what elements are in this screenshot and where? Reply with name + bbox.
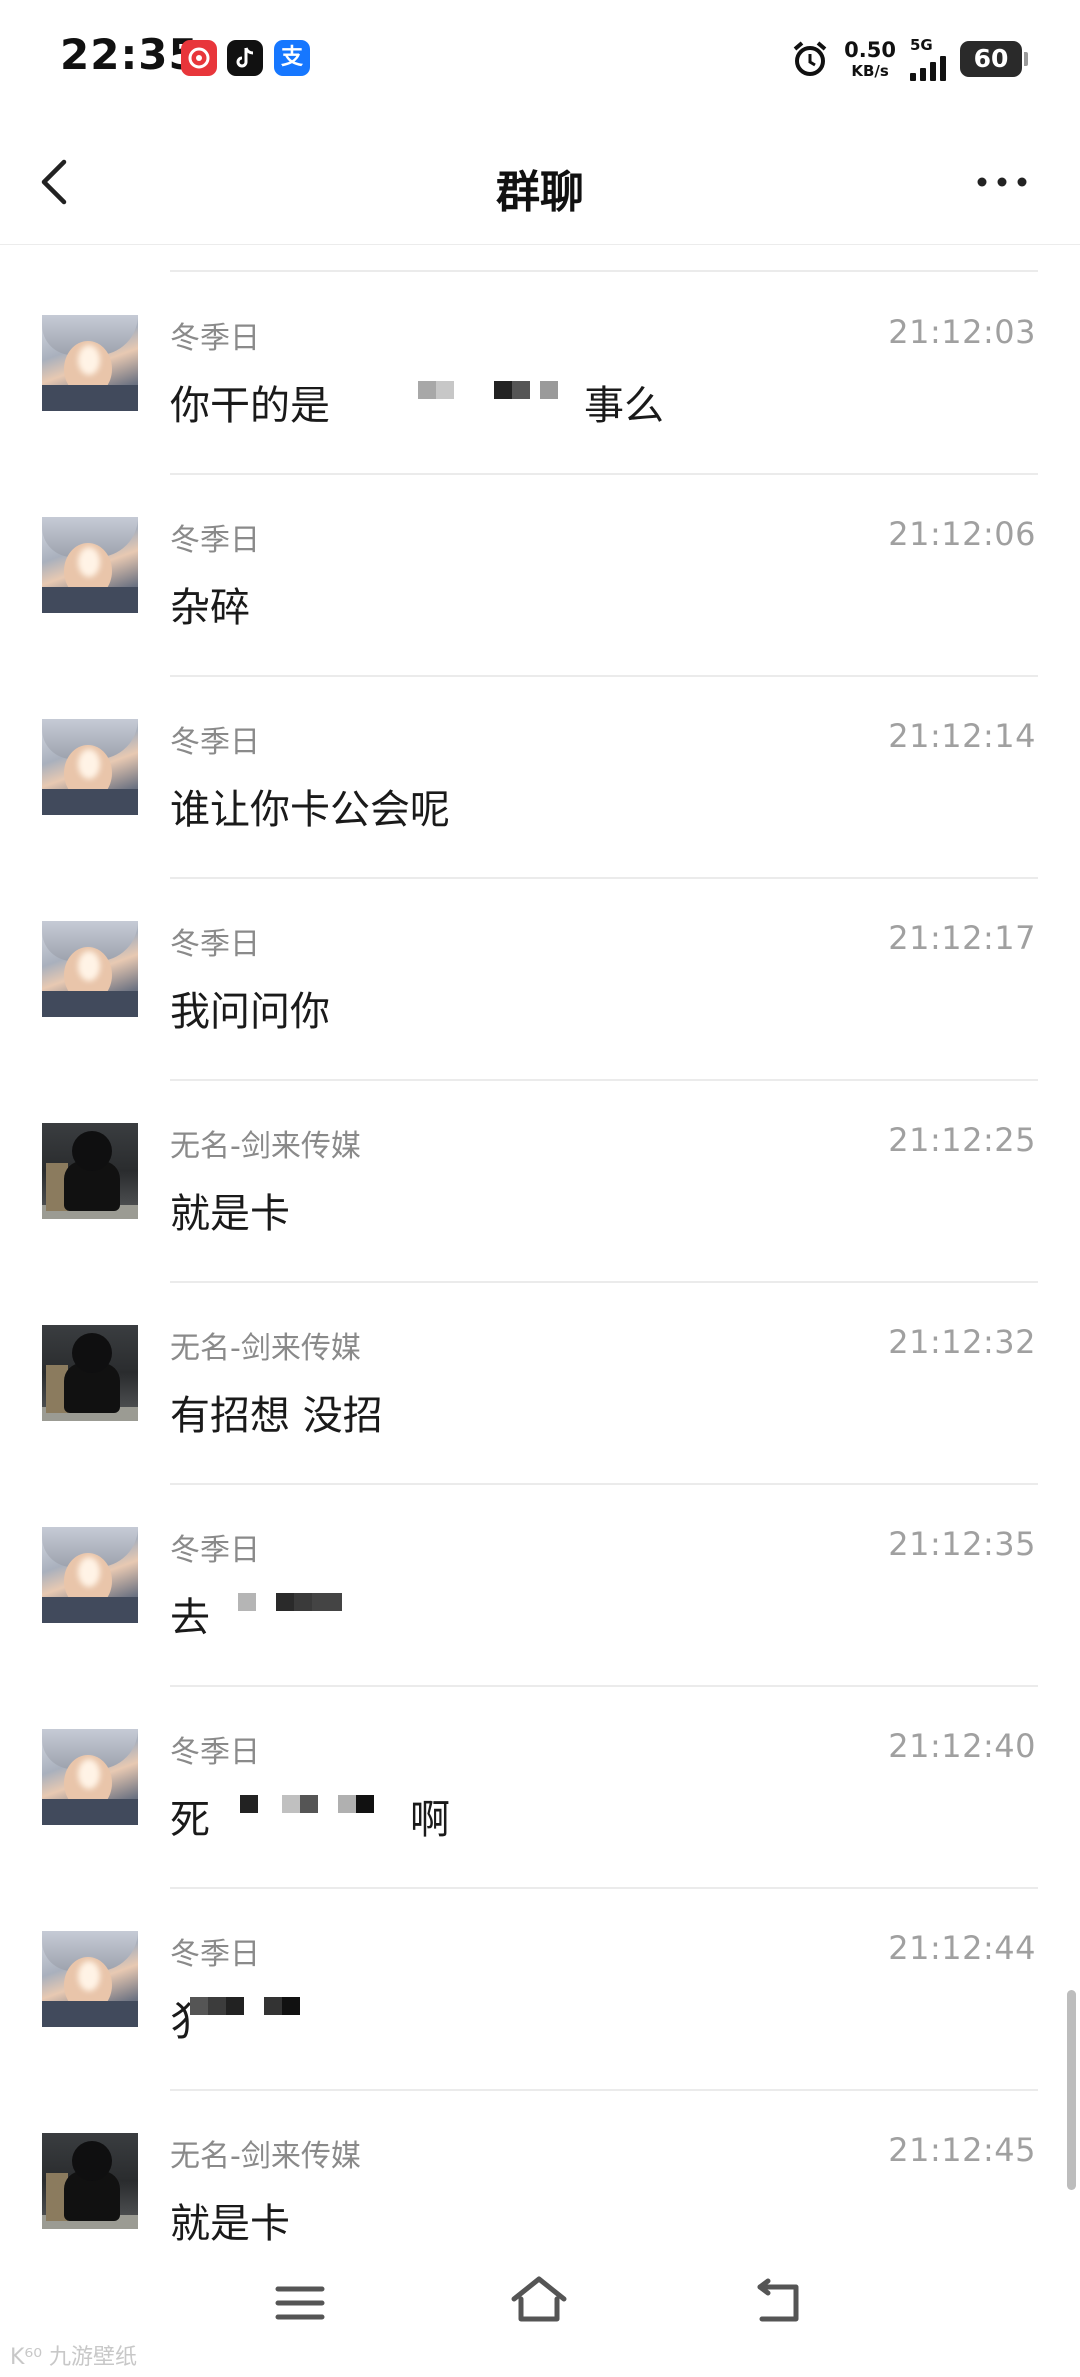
message-time: 21:12:45 [888,2131,1036,2169]
message-time: 21:12:40 [888,1727,1036,1765]
list-item[interactable]: 无名-剑来传媒 21:12:25 就是卡 [0,1081,1080,1283]
alarm-icon [793,41,827,76]
censor-mosaic [190,1997,300,2025]
more-button[interactable] [972,160,1032,204]
menu-icon [275,2286,325,2320]
chat-message-list[interactable]: 冬季日 21:12:03 你干的是 事么 冬季日 21:12:06 杂碎 冬季日 … [0,245,1080,2245]
message-text: 就是卡 [170,2201,290,2245]
list-item[interactable]: 冬季日 21:12:44 犭 [0,1889,1080,2091]
page-title: 群聊 [496,167,584,218]
home-button[interactable] [508,2271,570,2331]
sender-name: 无名-剑来传媒 [170,1331,361,1366]
network-speed: 0.50 KB/s [844,37,896,80]
sender-name: 冬季日 [170,1937,260,1972]
sender-name: 无名-剑来传媒 [170,1129,361,1164]
network-speed-unit: KB/s [851,61,889,80]
system-nav-bar: K⁶⁰ 九游壁纸 [0,2245,1080,2377]
network-type: 5G [910,35,933,54]
back-nav-button[interactable] [752,2275,808,2331]
message-text: 谁让你卡公会呢 [170,787,450,833]
avatar[interactable] [42,921,138,1017]
censor-mosaic [418,381,558,409]
message-text: 去 [170,1595,210,1641]
message-time: 21:12:35 [888,1525,1036,1563]
battery-icon: 60 [960,41,1028,77]
recent-apps-button[interactable] [272,2275,328,2331]
nav-bar: 群聊 [0,120,1080,245]
status-indicators: 0.50 KB/s 5G 60 [790,34,1028,84]
list-item[interactable]: 冬季日 21:12:14 谁让你卡公会呢 [0,677,1080,879]
message-text: 你干的是 事么 [170,373,664,431]
censor-mosaic [240,1795,374,1823]
sender-name: 无名-剑来传媒 [170,2139,361,2174]
list-item[interactable]: 冬季日 21:12:03 你干的是 事么 [0,273,1080,475]
list-item[interactable]: 冬季日 21:12:17 我问问你 [0,879,1080,1081]
message-text: 就是卡 [170,1191,290,1237]
message-time: 21:12:32 [888,1323,1036,1361]
message-time: 21:12:14 [888,717,1036,755]
status-time: 22:35 [60,30,199,79]
tiktok-icon [227,40,263,76]
status-bar: 22:35 支 0.50 KB/s 5G 60 [0,0,1080,120]
sender-name: 冬季日 [170,1735,260,1770]
scrollbar[interactable] [1067,1990,1076,2190]
avatar[interactable] [42,1325,138,1421]
avatar[interactable] [42,1729,138,1825]
watermark: K⁶⁰ 九游壁纸 [10,2345,138,2370]
message-text-end: 啊 [410,1797,450,1843]
sender-name: 冬季日 [170,725,260,760]
network-speed-value: 0.50 [844,37,896,62]
list-item[interactable]: 冬季日 21:12:35 去 [0,1485,1080,1687]
avatar[interactable] [42,2133,138,2229]
message-time: 21:12:17 [888,919,1036,957]
list-item[interactable]: 无名-剑来传媒 21:12:45 就是卡 [0,2091,1080,2245]
sender-name: 冬季日 [170,321,260,356]
message-text-end: 事么 [584,383,664,429]
message-time: 21:12:25 [888,1121,1036,1159]
message-time: 21:12:44 [888,1929,1036,1967]
list-item[interactable]: 冬季日 21:12:06 杂碎 [0,475,1080,677]
back-arrow-icon [757,2278,799,2322]
more-icon [977,177,1027,187]
sender-name: 冬季日 [170,1533,260,1568]
message-time: 21:12:03 [888,313,1036,351]
avatar[interactable] [42,315,138,411]
avatar[interactable] [42,1931,138,2027]
avatar[interactable] [42,1123,138,1219]
sender-name: 冬季日 [170,927,260,962]
message-time: 21:12:06 [888,515,1036,553]
list-item[interactable]: 无名-剑来传媒 21:12:32 有招想 没招 [0,1283,1080,1485]
signal-icon: 5G [910,35,946,81]
message-text-start: 死 [170,1797,210,1843]
avatar[interactable] [42,1527,138,1623]
message-text: 杂碎 [170,585,250,631]
sender-name: 冬季日 [170,523,260,558]
avatar[interactable] [42,719,138,815]
message-text: 有招想 没招 [170,1393,383,1439]
home-icon [511,2276,567,2322]
list-item[interactable]: 冬季日 21:12:40 死 啊 [0,1687,1080,1889]
message-text: 我问问你 [170,989,330,1035]
message-text-start: 你干的是 [170,383,330,429]
music-app-icon [181,40,217,76]
avatar[interactable] [42,517,138,613]
alipay-icon: 支 [274,40,310,76]
censor-mosaic [238,1593,342,1621]
